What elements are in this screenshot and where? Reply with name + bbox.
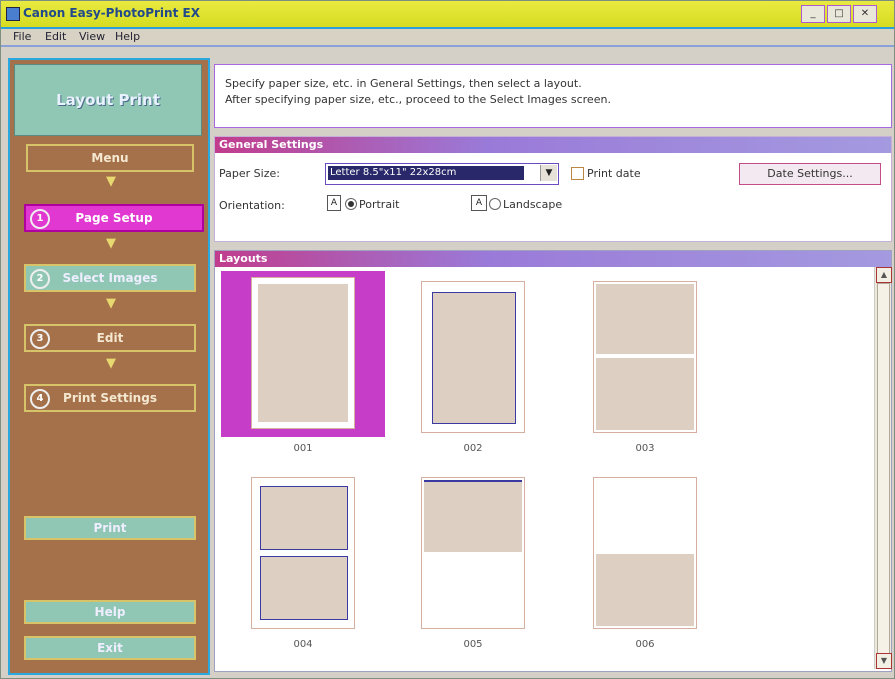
photo-area-top <box>596 284 694 354</box>
instructions-panel: Specify paper size, etc. in General Sett… <box>214 64 892 128</box>
photo-area <box>432 292 516 424</box>
exit-button-label: Exit <box>97 641 123 655</box>
title-bar: Canon Easy-PhotoPrint EX _ □ ✕ <box>1 1 894 29</box>
general-settings-panel: General Settings Paper Size: Letter 8.5"… <box>214 136 892 242</box>
print-date-checkbox[interactable] <box>571 167 584 180</box>
portrait-radio[interactable] <box>345 198 357 210</box>
print-button[interactable]: Print <box>24 516 196 540</box>
portrait-icon: A <box>327 195 341 211</box>
scrollbar-thumb[interactable] <box>877 283 890 655</box>
sidebar-item-print-settings[interactable]: 4 Print Settings <box>24 384 196 412</box>
sidebar-item-label: Print Settings <box>63 391 157 405</box>
down-arrow-icon: ▼ <box>106 296 116 311</box>
instruction-line-2: After specifying paper size, etc., proce… <box>225 93 611 106</box>
app-icon <box>6 7 20 21</box>
layout-thumb-006[interactable] <box>593 477 697 629</box>
sidebar-item-page-setup[interactable]: 1 Page Setup <box>24 204 204 232</box>
sidebar-item-label: Page Setup <box>75 211 153 225</box>
photo-area-bottom <box>596 358 694 430</box>
scroll-up-arrow-icon[interactable]: ▲ <box>876 267 892 283</box>
menu-edit[interactable]: Edit <box>39 29 72 45</box>
menu-help[interactable]: Help <box>109 29 146 45</box>
close-button[interactable]: ✕ <box>853 5 877 23</box>
step-number-3: 3 <box>30 329 50 349</box>
instruction-line-1: Specify paper size, etc. in General Sett… <box>225 77 582 90</box>
sidebar-item-edit[interactable]: 3 Edit <box>24 324 196 352</box>
layout-thumb-005[interactable] <box>421 477 525 629</box>
window-title: Canon Easy-PhotoPrint EX <box>23 6 200 20</box>
down-arrow-icon: ▼ <box>106 174 116 189</box>
paper-size-label: Paper Size: <box>219 167 280 180</box>
minimize-button[interactable]: _ <box>801 5 825 23</box>
general-settings-heading: General Settings <box>215 137 891 153</box>
step-number-1: 1 <box>30 209 50 229</box>
photo-area-bottom <box>596 554 694 626</box>
layout-label-004: 004 <box>293 639 313 650</box>
print-date-label: Print date <box>587 167 641 180</box>
down-arrow-icon: ▼ <box>106 356 116 371</box>
layout-thumb-002[interactable] <box>421 281 525 433</box>
sidebar-item-label: Select Images <box>62 271 158 285</box>
photo-area-top <box>260 486 348 550</box>
landscape-label: Landscape <box>503 198 563 211</box>
paper-size-value: Letter 8.5"x11" 22x28cm <box>328 166 524 180</box>
sidebar: Layout Print Menu ▼ 1 Page Setup ▼ 2 Sel… <box>8 58 210 675</box>
menu-view[interactable]: View <box>73 29 111 45</box>
layouts-heading: Layouts <box>215 251 891 267</box>
maximize-button[interactable]: □ <box>827 5 851 23</box>
sidebar-item-label: Menu <box>91 151 129 165</box>
layout-label-005: 005 <box>463 639 483 650</box>
orientation-label: Orientation: <box>219 199 285 212</box>
layout-thumb-004[interactable] <box>251 477 355 629</box>
menu-file[interactable]: File <box>7 29 37 45</box>
landscape-icon: A <box>471 195 487 211</box>
paper-size-select[interactable]: Letter 8.5"x11" 22x28cm ▼ <box>325 163 559 185</box>
down-arrow-icon: ▼ <box>106 236 116 251</box>
landscape-radio[interactable] <box>489 198 501 210</box>
scroll-down-arrow-icon[interactable]: ▼ <box>876 653 892 669</box>
help-button-label: Help <box>94 605 126 619</box>
sidebar-item-menu[interactable]: Menu <box>26 144 194 172</box>
portrait-label: Portrait <box>359 198 400 211</box>
layout-thumb-003[interactable] <box>593 281 697 433</box>
layouts-scrollbar[interactable]: ▲ ▼ <box>874 267 892 669</box>
photo-area <box>258 284 348 422</box>
menu-bar: File Edit View Help <box>1 29 894 47</box>
print-button-label: Print <box>93 521 127 535</box>
layout-label-001: 001 <box>293 443 313 454</box>
date-settings-button[interactable]: Date Settings... <box>739 163 881 185</box>
help-button[interactable]: Help <box>24 600 196 624</box>
sidebar-item-label: Edit <box>96 331 124 345</box>
chevron-down-icon[interactable]: ▼ <box>540 165 557 181</box>
photo-area-bottom <box>260 556 348 620</box>
layout-label-002: 002 <box>463 443 483 454</box>
photo-area-top <box>424 480 522 552</box>
layout-thumb-001[interactable] <box>251 277 355 429</box>
step-number-2: 2 <box>30 269 50 289</box>
step-number-4: 4 <box>30 389 50 409</box>
sidebar-item-select-images[interactable]: 2 Select Images <box>24 264 196 292</box>
layout-label-006: 006 <box>635 639 655 650</box>
layouts-panel: Layouts 001 002 003 004 005 006 ▲ ▼ <box>214 250 892 672</box>
exit-button[interactable]: Exit <box>24 636 196 660</box>
layout-label-003: 003 <box>635 443 655 454</box>
sidebar-logo: Layout Print <box>14 64 202 136</box>
